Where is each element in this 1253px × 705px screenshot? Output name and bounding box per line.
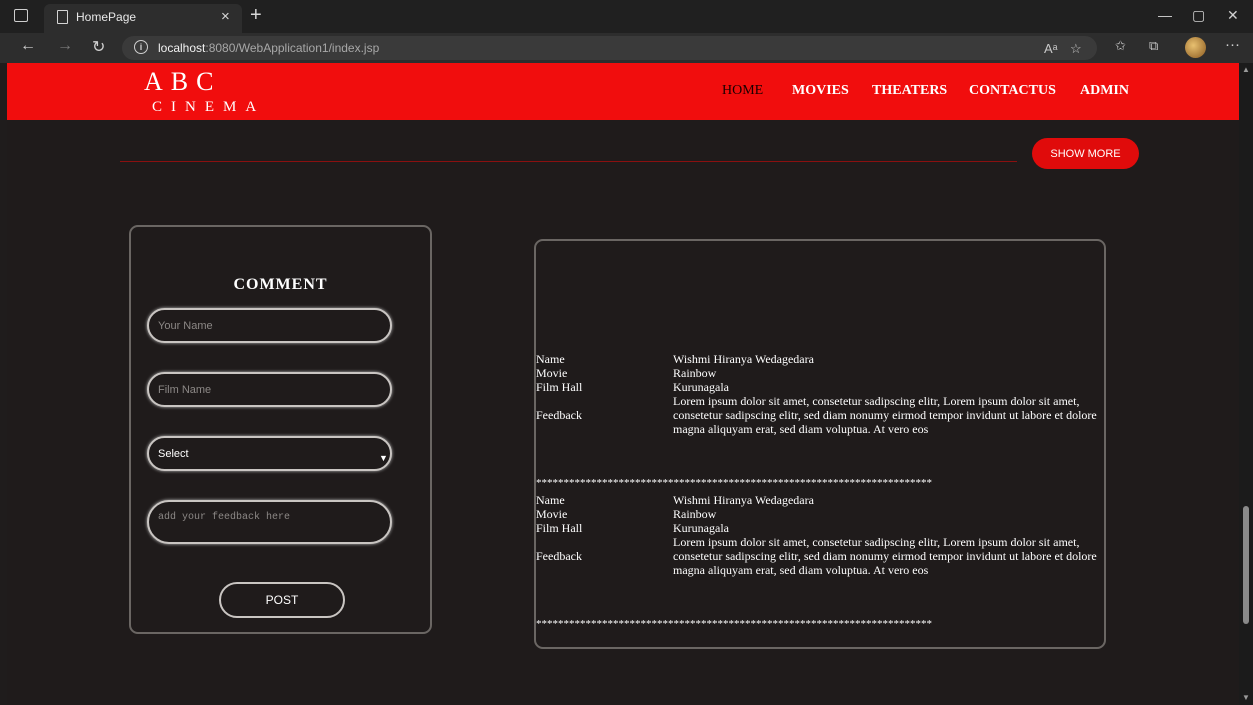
feedback-entry: Name Wishmi Hiranya Wedagedara Movie Rainb… — [536, 352, 1104, 436]
film-name-input[interactable] — [147, 372, 392, 407]
tab-actions-icon[interactable] — [14, 9, 28, 22]
feedback-list: Name Wishmi Hiranya Wedagedara Movie Rainb… — [534, 239, 1106, 649]
site-header: ABC CINEMA HOME MOVIES THEATERS CONTACTU… — [7, 63, 1239, 120]
feedback-value: Lorem ipsum dolor sit amet, consetetur s… — [673, 394, 1097, 436]
hall-value: Kurunagala — [673, 380, 729, 394]
name-value: Wishmi Hiranya Wedagedara — [673, 352, 814, 366]
nav-contactus[interactable]: CONTACTUS — [969, 83, 1056, 99]
back-icon[interactable]: ← — [20, 37, 36, 55]
read-aloud-icon[interactable]: Aᵃ — [1044, 41, 1058, 56]
name-label: Name — [536, 352, 565, 366]
page-viewport: ABC CINEMA HOME MOVIES THEATERS CONTACTU… — [7, 63, 1239, 705]
comment-form: COMMENT Select ▼ POST — [129, 225, 432, 634]
hall-value: Kurunagala — [673, 521, 729, 535]
scroll-thumb[interactable] — [1243, 506, 1249, 624]
scroll-down-icon[interactable]: ▼ — [1242, 693, 1250, 702]
minimize-icon[interactable]: — — [1158, 7, 1172, 23]
nav-home[interactable]: HOME — [722, 83, 763, 99]
profile-avatar[interactable] — [1185, 37, 1206, 58]
logo-subtitle[interactable]: CINEMA — [152, 99, 265, 116]
page-scrollbar[interactable]: ▲ ▼ — [1239, 63, 1253, 705]
movie-value: Rainbow — [673, 366, 717, 380]
show-more-button[interactable]: SHOW MORE — [1032, 138, 1139, 169]
more-menu-icon[interactable]: ··· — [1225, 36, 1240, 53]
browser-window: HomePage × + — ▢ ✕ ← → ↻ i localhost:808… — [0, 0, 1253, 705]
url-path: :8080/WebApplication1/index.jsp — [205, 41, 380, 55]
film-hall-select[interactable]: Select — [147, 436, 392, 471]
maximize-icon[interactable]: ▢ — [1192, 7, 1205, 24]
name-value: Wishmi Hiranya Wedagedara — [673, 493, 814, 507]
section-divider — [120, 161, 1017, 162]
logo-title[interactable]: ABC — [144, 67, 221, 97]
refresh-icon[interactable]: ↻ — [92, 37, 105, 57]
close-window-icon[interactable]: ✕ — [1227, 7, 1239, 24]
favorite-star-icon[interactable]: ☆ — [1070, 41, 1082, 57]
feedback-label: Feedback — [536, 549, 582, 563]
hall-label: Film Hall — [536, 521, 583, 535]
your-name-input[interactable] — [147, 308, 392, 343]
nav-theaters[interactable]: THEATERS — [872, 83, 947, 99]
feedback-entry: Name Wishmi Hiranya Wedagedara Movie Rainb… — [536, 493, 1104, 577]
hall-label: Film Hall — [536, 380, 583, 394]
new-tab-icon[interactable]: + — [250, 4, 262, 27]
movie-label: Movie — [536, 366, 568, 380]
nav-admin[interactable]: ADMIN — [1080, 83, 1129, 99]
address-bar[interactable]: i localhost:8080/WebApplication1/index.j… — [122, 36, 1097, 60]
address-toolbar: ← → ↻ i localhost:8080/WebApplication1/i… — [0, 33, 1253, 63]
tab-homepage[interactable]: HomePage × — [44, 4, 242, 33]
separator-line: ****************************************… — [536, 477, 932, 489]
forward-icon[interactable]: → — [57, 37, 73, 55]
collections-icon[interactable]: ⧉ — [1149, 38, 1158, 54]
url-text[interactable]: localhost:8080/WebApplication1/index.jsp — [158, 41, 379, 55]
movie-value: Rainbow — [673, 507, 717, 521]
name-label: Name — [536, 493, 565, 507]
feedback-value: Lorem ipsum dolor sit amet, consetetur s… — [673, 535, 1097, 577]
separator-line: ****************************************… — [536, 618, 932, 630]
post-button[interactable]: POST — [219, 582, 345, 618]
scroll-up-icon[interactable]: ▲ — [1242, 65, 1250, 74]
url-host: localhost — [158, 41, 206, 55]
favorites-icon[interactable]: ✩ — [1115, 38, 1126, 54]
tab-title: HomePage — [76, 10, 137, 24]
tab-bar: HomePage × + — ▢ ✕ — [0, 0, 1253, 33]
movie-label: Movie — [536, 507, 568, 521]
feedback-textarea[interactable] — [147, 500, 392, 544]
nav-movies[interactable]: MOVIES — [792, 83, 849, 99]
feedback-label: Feedback — [536, 408, 582, 422]
comment-title: COMMENT — [233, 276, 328, 293]
page-icon — [57, 10, 68, 24]
tab-close-icon[interactable]: × — [221, 8, 230, 25]
site-info-icon[interactable]: i — [134, 40, 148, 54]
